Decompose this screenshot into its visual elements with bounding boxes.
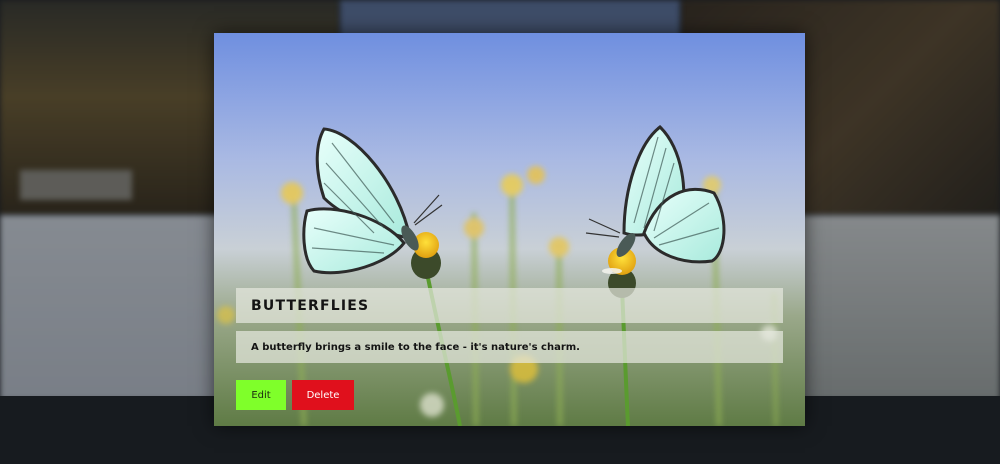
edit-button[interactable]: Edit bbox=[236, 380, 286, 410]
image-detail-modal: BUTTERFLIES A butterfly brings a smile t… bbox=[214, 33, 805, 426]
image-title: BUTTERFLIES bbox=[236, 288, 783, 323]
butterflies-photo bbox=[214, 33, 805, 426]
delete-button[interactable]: Delete bbox=[292, 380, 354, 410]
image-description: A butterfly brings a smile to the face -… bbox=[236, 331, 783, 363]
